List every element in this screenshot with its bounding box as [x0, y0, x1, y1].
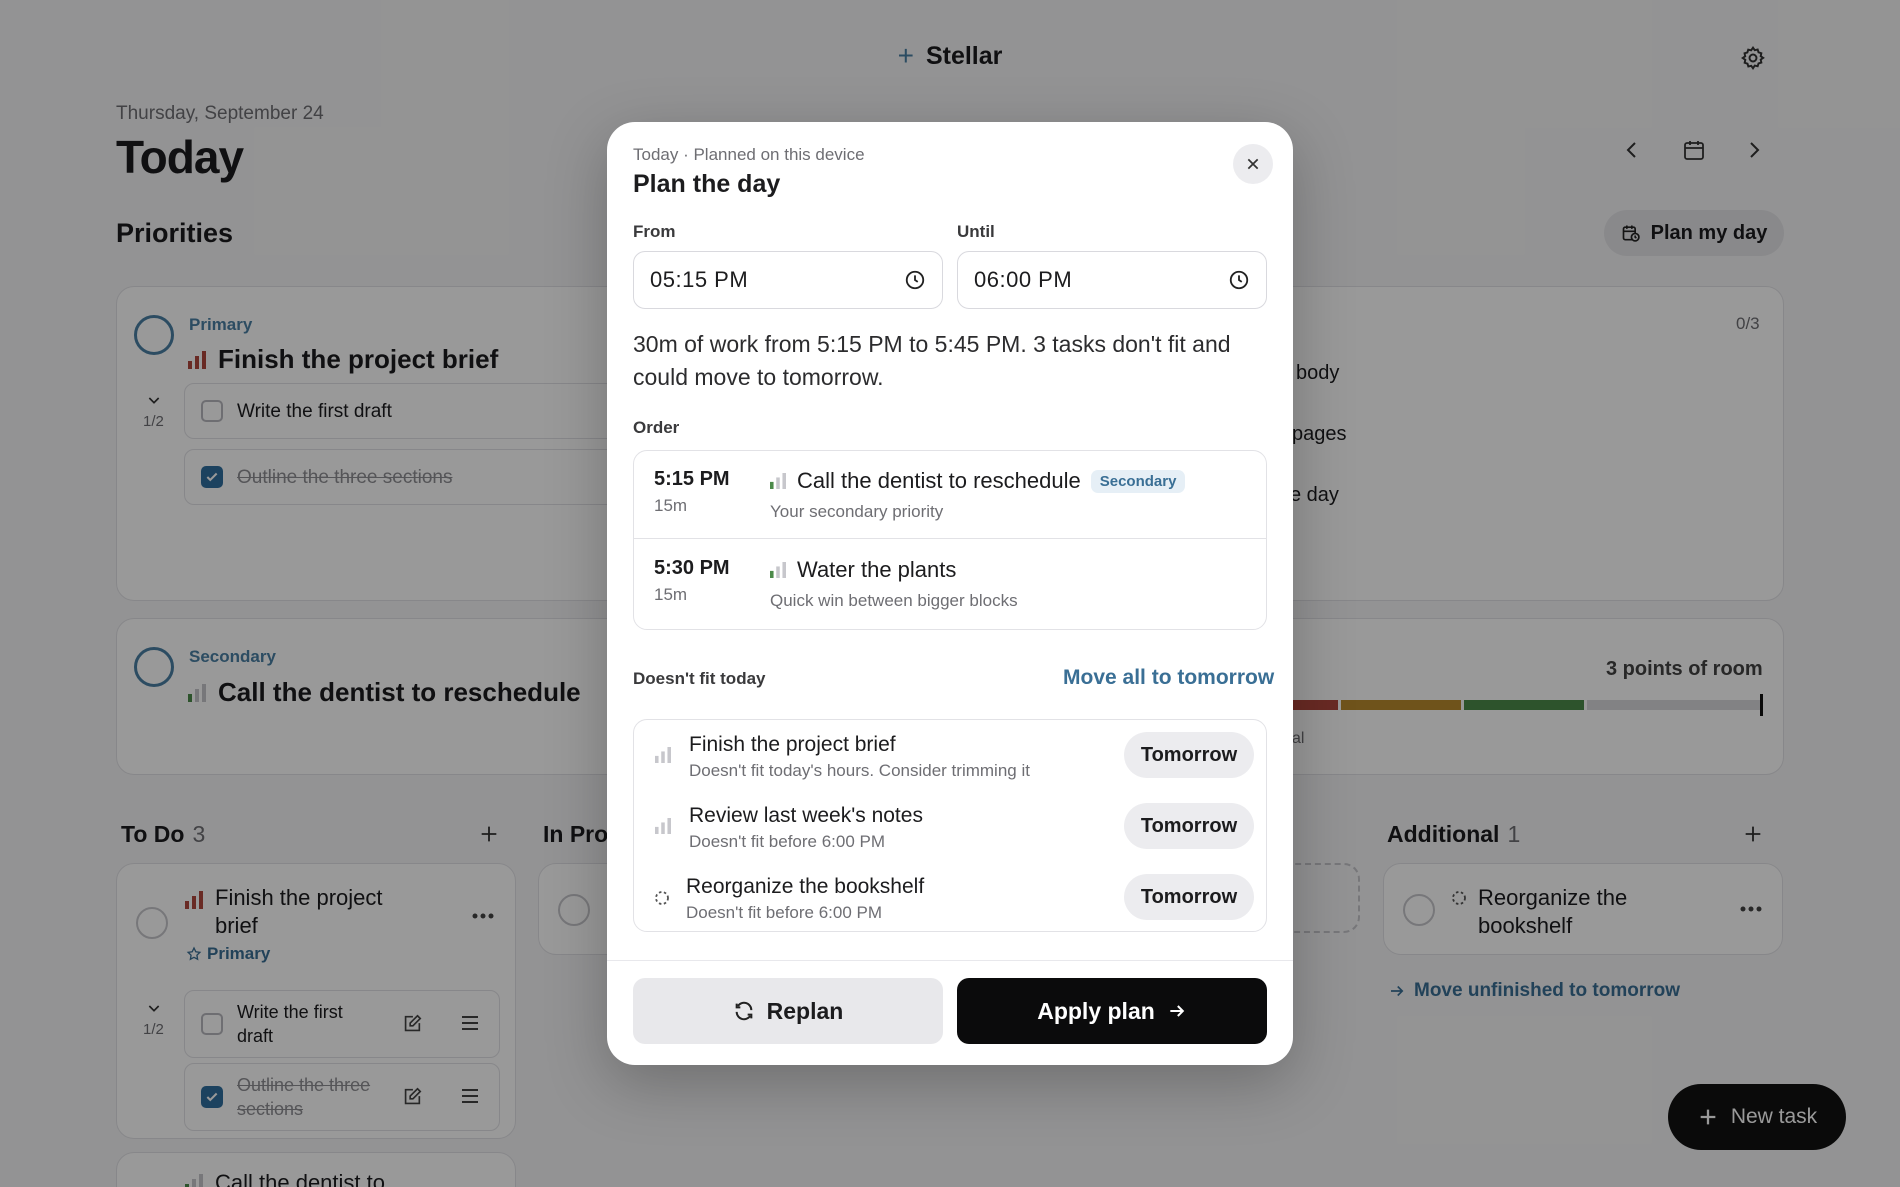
replan-button[interactable]: Replan — [633, 978, 943, 1044]
doesnt-fit-list: Finish the project brief Doesn't fit tod… — [633, 719, 1267, 932]
from-time-input[interactable]: 05:15 PM — [633, 251, 943, 309]
doesnt-fit-note: Doesn't fit today's hours. Consider trim… — [689, 761, 1030, 780]
doesnt-fit-task-name: Finish the project brief — [689, 733, 896, 756]
secondary-badge: Secondary — [1090, 469, 1186, 493]
move-to-tomorrow-button[interactable]: Tomorrow — [1124, 732, 1254, 778]
until-time-input[interactable]: 06:00 PM — [957, 251, 1267, 309]
doesnt-fit-note: Doesn't fit before 6:00 PM — [686, 903, 883, 922]
clock-icon[interactable] — [1228, 269, 1250, 291]
priority-bars-icon — [769, 562, 787, 578]
move-to-tomorrow-button[interactable]: Tomorrow — [1124, 874, 1254, 920]
plan-day-dialog: Today · Planned on this device Plan the … — [607, 122, 1293, 1065]
order-time: 5:15 PM — [654, 468, 730, 490]
order-duration: 15m — [654, 585, 688, 604]
order-list: 5:15 PM 15m Call the dentist to reschedu… — [633, 450, 1267, 630]
order-note: Quick win between bigger blocks — [770, 591, 1018, 610]
dashed-circle-icon — [654, 890, 670, 906]
arrow-right-icon — [1167, 1001, 1187, 1021]
close-button[interactable] — [1233, 144, 1273, 184]
move-all-to-tomorrow-link[interactable]: Move all to tomorrow — [1063, 666, 1274, 690]
doesnt-fit-note: Doesn't fit before 6:00 PM — [689, 832, 886, 851]
clock-icon[interactable] — [904, 269, 926, 291]
plan-summary: 30m of work from 5:15 PM to 5:45 PM. 3 t… — [633, 331, 1231, 390]
apply-plan-button[interactable]: Apply plan — [957, 978, 1267, 1044]
doesnt-fit-label: Doesn't fit today — [633, 669, 766, 688]
order-time: 5:30 PM — [654, 557, 730, 579]
dialog-title: Plan the day — [633, 170, 781, 198]
priority-bars-icon — [654, 747, 672, 763]
move-to-tomorrow-button[interactable]: Tomorrow — [1124, 803, 1254, 849]
until-time-value: 06:00 PM — [974, 267, 1073, 292]
priority-bars-icon — [654, 818, 672, 834]
order-task-name: Water the plants — [797, 557, 957, 582]
order-task: Call the dentist to reschedule Secondary — [769, 468, 1186, 494]
order-label: Order — [633, 418, 680, 437]
from-label: From — [633, 222, 676, 241]
order-row[interactable]: 5:30 PM 15m Water the plants Quick win b… — [634, 540, 1266, 628]
refresh-icon — [733, 1000, 755, 1022]
doesnt-fit-task-name: Review last week's notes — [689, 804, 923, 827]
doesnt-fit-row: Reorganize the bookshelf Doesn't fit bef… — [634, 862, 1266, 933]
order-task-name: Call the dentist to reschedule — [797, 468, 1081, 493]
order-task: Water the plants — [769, 557, 956, 583]
doesnt-fit-row: Finish the project brief Doesn't fit tod… — [634, 720, 1266, 791]
until-label: Until — [957, 222, 995, 241]
order-duration: 15m — [654, 496, 688, 515]
from-time-value: 05:15 PM — [650, 267, 749, 292]
order-row[interactable]: 5:15 PM 15m Call the dentist to reschedu… — [634, 451, 1266, 539]
close-icon — [1245, 156, 1261, 172]
order-note: Your secondary priority — [770, 502, 944, 521]
doesnt-fit-task-name: Reorganize the bookshelf — [686, 875, 925, 898]
dialog-subtitle: Today · Planned on this device — [633, 145, 865, 164]
doesnt-fit-row: Review last week's notes Doesn't fit bef… — [634, 791, 1266, 862]
priority-bars-icon — [769, 473, 787, 489]
